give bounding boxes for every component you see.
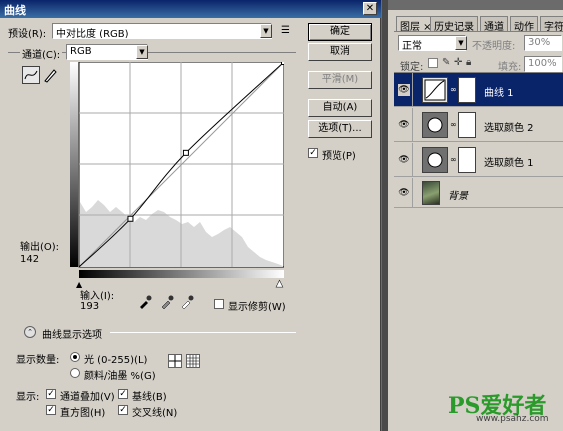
opacity-label: 不透明度: xyxy=(472,41,516,52)
layer-mask-thumbnail[interactable] xyxy=(458,147,476,173)
tab-2[interactable]: 通道 xyxy=(480,16,508,33)
dialog-titlebar[interactable]: 曲线 xyxy=(0,0,381,18)
show-clipping-label: 显示修剪(W) xyxy=(228,302,286,313)
ok-button[interactable]: 确定 xyxy=(308,23,372,41)
layer-row-background[interactable]: 👁︎ 背景 xyxy=(394,178,563,208)
input-value: 193 xyxy=(80,301,100,312)
layer-row-selective-color-2[interactable]: 👁︎ ∞ 选取颜色 2 xyxy=(394,108,563,142)
close-icon[interactable]: ✕ xyxy=(363,2,377,15)
light-label: 光 (0-255)(L) xyxy=(84,355,148,366)
curves-dialog: 曲线 ✕ 预设(R): 中对比度 (RGB) ▼ ☰ 通道(C): RGB ▼ … xyxy=(0,0,381,431)
eyedropper-gray-icon[interactable] xyxy=(160,295,174,310)
intersection-checkbox[interactable]: ✓ xyxy=(118,405,128,415)
output-label: 输出(O): xyxy=(20,242,60,253)
baseline-checkbox[interactable]: ✓ xyxy=(118,389,128,399)
preset-label: 预设(R): xyxy=(8,29,47,40)
preset-options-icon[interactable]: ☰ xyxy=(281,25,290,36)
options-button[interactable]: 选项(T)... xyxy=(308,120,372,138)
layer-mask-thumbnail[interactable] xyxy=(458,77,476,103)
curve-point-icon[interactable] xyxy=(22,66,40,84)
layer-name: 选取颜色 1 xyxy=(484,158,534,169)
preview-label: 预览(P) xyxy=(322,151,356,162)
curve-control-point[interactable] xyxy=(127,215,134,222)
layer-mask-thumbnail[interactable] xyxy=(458,112,476,138)
options-separator xyxy=(110,332,296,333)
white-point-slider-icon[interactable]: ▲ xyxy=(276,279,283,290)
selective-color-icon xyxy=(422,112,448,138)
intersection-label: 交叉线(N) xyxy=(132,408,178,419)
dialog-title: 曲线 xyxy=(4,4,26,17)
collapse-chevron-icon[interactable]: ⌃ xyxy=(24,326,36,338)
lock-position-icon[interactable]: ✛ xyxy=(454,57,462,68)
show-label: 显示: xyxy=(16,392,40,403)
curve-control-point[interactable] xyxy=(182,149,189,156)
pencil-icon[interactable] xyxy=(42,66,58,84)
curve-options-label: 曲线显示选项 xyxy=(42,330,102,341)
eye-divider xyxy=(412,143,413,177)
chevron-down-icon[interactable]: ▼ xyxy=(455,36,467,50)
output-gradient-bar xyxy=(70,62,78,267)
chain-link-icon[interactable]: ∞ xyxy=(450,120,457,129)
lock-pixels-icon[interactable]: ✎ xyxy=(442,57,450,68)
input-gradient-bar xyxy=(79,270,284,278)
watermark-site: www.psahz.com xyxy=(476,414,549,424)
visibility-eye-icon[interactable]: 👁︎ xyxy=(398,84,410,96)
light-radio[interactable] xyxy=(70,352,80,362)
tab-4[interactable]: 字符 xyxy=(540,16,563,33)
fill-label: 填充: xyxy=(498,62,522,73)
grid-detailed-icon[interactable] xyxy=(186,354,200,368)
cancel-button[interactable]: 取消 xyxy=(308,43,372,61)
histogram-checkbox[interactable]: ✓ xyxy=(46,405,56,415)
input-label: 输入(I): xyxy=(80,291,115,302)
tab-1[interactable]: 历史记录 xyxy=(430,16,478,33)
lock-transparency-icon[interactable] xyxy=(428,58,438,68)
chain-link-icon[interactable]: ∞ xyxy=(450,85,457,94)
eye-divider xyxy=(412,73,413,107)
output-value: 142 xyxy=(20,254,40,265)
curves-adjustment-icon xyxy=(422,77,448,103)
tab-divider xyxy=(394,31,563,32)
channel-label: 通道(C): xyxy=(20,46,63,61)
channel-overlays-label: 通道叠加(V) xyxy=(60,392,115,403)
fill-input[interactable]: 100% xyxy=(524,56,562,72)
eyedropper-black-icon[interactable] xyxy=(138,295,152,309)
lock-all-icon[interactable]: 🔒︎ xyxy=(466,57,471,68)
chevron-down-icon[interactable]: ▼ xyxy=(260,24,272,38)
auto-button[interactable]: 自动(A) xyxy=(308,99,372,117)
eye-divider xyxy=(412,108,413,142)
layer-name: 选取颜色 2 xyxy=(484,123,534,134)
layers-panel: 图层 × 历史记录 通道 动作 字符 正常 ▼ 不透明度: 30% 锁定: ✎ ✛ 🔒︎… xyxy=(388,10,563,431)
layer-name: 背景 xyxy=(448,191,468,202)
layer-row-selective-color-1[interactable]: 👁︎ ∞ 选取颜色 1 xyxy=(394,143,563,177)
pigment-radio[interactable] xyxy=(70,368,80,378)
grid-simple-icon[interactable] xyxy=(168,354,182,368)
preview-checkbox[interactable]: ✓ xyxy=(308,148,318,158)
tab-3[interactable]: 动作 xyxy=(510,16,538,33)
visibility-eye-icon[interactable]: 👁︎ xyxy=(398,187,410,199)
visibility-eye-icon[interactable]: 👁︎ xyxy=(398,154,410,166)
show-amount-label: 显示数量: xyxy=(16,355,60,366)
channel-overlays-checkbox[interactable]: ✓ xyxy=(46,389,56,399)
smooth-button[interactable]: 平滑(M) xyxy=(308,71,372,89)
pigment-label: 颜料/油墨 %(G) xyxy=(84,371,156,382)
layer-row-curves-1[interactable]: 👁︎ ∞ 曲线 1 xyxy=(394,73,563,107)
show-clipping-checkbox[interactable] xyxy=(214,299,224,309)
curves-graph[interactable] xyxy=(70,62,284,280)
background-thumbnail xyxy=(422,181,440,205)
layer-name: 曲线 1 xyxy=(484,88,514,99)
histogram-label: 直方图(H) xyxy=(60,408,106,419)
eye-divider xyxy=(412,178,413,208)
selective-color-icon xyxy=(422,147,448,173)
preset-select[interactable]: 中对比度 (RGB) xyxy=(52,23,272,39)
baseline-label: 基线(B) xyxy=(132,392,167,403)
lock-label: 锁定: xyxy=(400,62,424,73)
opacity-input[interactable]: 30% xyxy=(524,35,562,51)
chain-link-icon[interactable]: ∞ xyxy=(450,155,457,164)
eyedropper-white-icon[interactable] xyxy=(180,295,194,310)
curve-control-point[interactable] xyxy=(281,62,285,65)
visibility-eye-icon[interactable]: 👁︎ xyxy=(398,119,410,131)
chevron-down-icon[interactable]: ▼ xyxy=(136,45,148,59)
